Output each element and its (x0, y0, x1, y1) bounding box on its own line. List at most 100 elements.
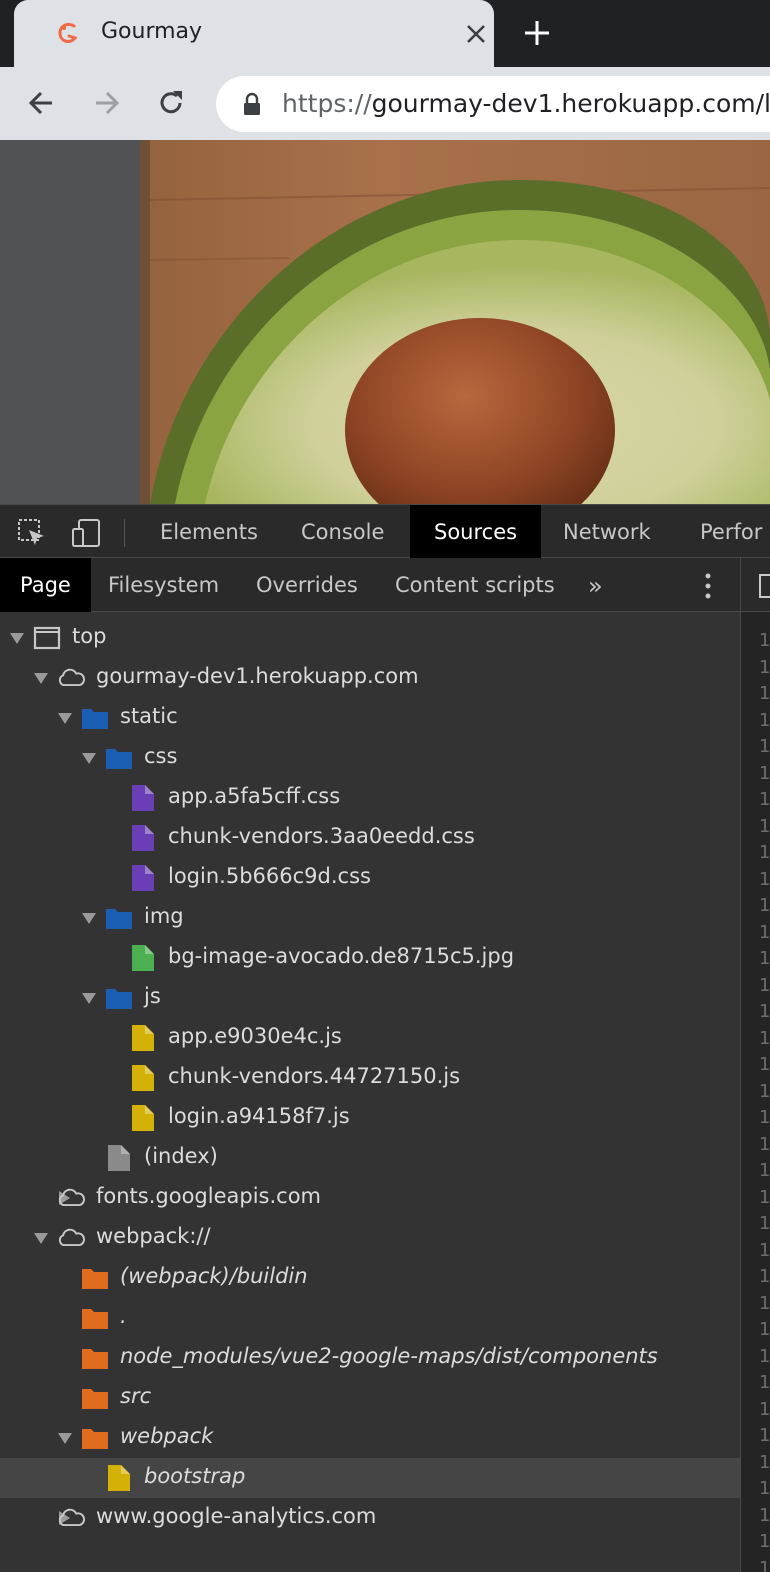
toggle-navigator-icon[interactable] (759, 574, 770, 598)
line-number: 1 (759, 1372, 770, 1393)
line-number: 1 (759, 1160, 770, 1181)
folder-icon (80, 704, 110, 732)
url-host: gourmay-dev1.herokuapp.com/lo (371, 89, 770, 118)
line-number: 1 (759, 842, 770, 863)
tree-item[interactable]: (index) (0, 1138, 740, 1178)
tab-network[interactable]: Network (563, 505, 651, 559)
line-number: 1 (759, 1239, 770, 1261)
line-number: 1 (759, 974, 770, 996)
browser-tab-strip: Gourmay (0, 0, 770, 67)
tree-item[interactable]: app.e9030e4c.js (0, 1018, 740, 1058)
tree-item-label: fonts.googleapis.com (96, 1184, 322, 1208)
file-icon (104, 1464, 134, 1492)
tree-item-label: webpack (120, 1424, 214, 1448)
tree-item[interactable]: static (0, 698, 740, 738)
tree-item[interactable]: www.google-analytics.com (0, 1498, 740, 1538)
devtools-tab-bar: Elements Console Sources Network Perfor (0, 504, 770, 559)
tree-item-label: login.5b666c9d.css (168, 864, 371, 888)
expanded-arrow-icon[interactable] (82, 913, 96, 924)
line-number: 1 (759, 1478, 770, 1499)
folder-icon (80, 1344, 110, 1372)
subtab-content-scripts[interactable]: Content scripts (395, 558, 555, 612)
device-toolbar-icon[interactable] (70, 517, 102, 549)
folder-icon (104, 904, 134, 932)
tree-item-label: img (144, 904, 184, 928)
line-number: 1 (759, 1133, 770, 1155)
tree-item-label: gourmay-dev1.herokuapp.com (96, 664, 419, 688)
cloud-icon (56, 1224, 86, 1252)
cloud-icon (56, 664, 86, 692)
tree-item-label: webpack:// (96, 1224, 211, 1248)
tab-elements[interactable]: Elements (160, 505, 258, 559)
tree-item[interactable]: gourmay-dev1.herokuapp.com (0, 658, 740, 698)
close-tab-icon[interactable] (464, 18, 488, 48)
file-icon (128, 824, 158, 852)
url-text: https://gourmay-dev1.herokuapp.com/lo (282, 89, 770, 118)
subtab-filesystem[interactable]: Filesystem (108, 558, 219, 612)
line-number: 1 (759, 1213, 770, 1234)
expanded-arrow-icon[interactable] (58, 1433, 72, 1444)
tree-item[interactable]: . (0, 1298, 740, 1338)
tree-item-label: top (72, 624, 107, 648)
expanded-arrow-icon[interactable] (34, 673, 48, 684)
tree-item[interactable]: img (0, 898, 740, 938)
tree-item[interactable]: css (0, 738, 740, 778)
expanded-arrow-icon[interactable] (34, 1233, 48, 1244)
tree-item[interactable]: webpack:// (0, 1218, 740, 1258)
tree-item[interactable]: chunk-vendors.3aa0eedd.css (0, 818, 740, 858)
browser-tab[interactable]: Gourmay (14, 0, 494, 67)
line-number: 1 (759, 656, 770, 678)
address-bar[interactable]: https://gourmay-dev1.herokuapp.com/lo (216, 76, 770, 132)
tree-item-label: bg-image-avocado.de8715c5.jpg (168, 944, 515, 968)
tab-performance[interactable]: Perfor (700, 505, 762, 559)
tree-item[interactable]: src (0, 1378, 740, 1418)
forward-arrow-icon[interactable] (90, 87, 122, 119)
line-number: 1 (759, 1345, 770, 1367)
tree-item-label: bootstrap (144, 1464, 246, 1488)
back-arrow-icon[interactable] (26, 87, 58, 119)
folder-icon (104, 984, 134, 1012)
tree-item[interactable]: (webpack)/buildin (0, 1258, 740, 1298)
reload-icon[interactable] (155, 87, 187, 119)
more-options-icon[interactable] (698, 570, 718, 602)
tree-item-label: app.e9030e4c.js (168, 1024, 342, 1048)
line-number: 1 (759, 1186, 770, 1208)
file-icon (128, 784, 158, 812)
expanded-arrow-icon[interactable] (58, 713, 72, 724)
line-number: 1 (759, 683, 770, 704)
line-number: 1 (759, 1080, 770, 1102)
tree-item[interactable]: chunk-vendors.44727150.js (0, 1058, 740, 1098)
tree-item[interactable]: top (0, 618, 740, 658)
tab-sources[interactable]: Sources (410, 505, 542, 559)
tree-item[interactable]: app.a5fa5cff.css (0, 778, 740, 818)
subtab-page[interactable]: Page (0, 558, 91, 612)
tree-item[interactable]: bg-image-avocado.de8715c5.jpg (0, 938, 740, 978)
editor-toolbar-edge (741, 558, 770, 612)
subtab-overrides[interactable]: Overrides (256, 558, 358, 612)
line-number: 1 (759, 948, 770, 969)
editor-pane-edge: 1111111111111111111111111111111111111 (740, 558, 770, 1572)
folder-icon (80, 1264, 110, 1292)
file-icon (128, 944, 158, 972)
inspect-element-icon[interactable] (16, 517, 48, 549)
tree-item[interactable]: bootstrap (0, 1458, 740, 1498)
line-number: 1 (759, 630, 770, 651)
tree-item[interactable]: node_modules/vue2-google-maps/dist/compo… (0, 1338, 740, 1378)
tree-item[interactable]: login.a94158f7.js (0, 1098, 740, 1138)
line-number: 1 (759, 1001, 770, 1022)
expanded-arrow-icon[interactable] (82, 993, 96, 1004)
expanded-arrow-icon[interactable] (10, 633, 24, 644)
url-scheme: https:// (282, 89, 372, 118)
new-tab-icon[interactable] (522, 18, 552, 48)
tab-console[interactable]: Console (301, 505, 384, 559)
browser-toolbar: https://gourmay-dev1.herokuapp.com/lo (0, 67, 770, 140)
more-tabs-chevron-icon[interactable]: » (588, 572, 612, 600)
line-number: 1 (759, 1292, 770, 1314)
tree-item[interactable]: webpack (0, 1418, 740, 1458)
tree-item[interactable]: js (0, 978, 740, 1018)
tree-item[interactable]: login.5b666c9d.css (0, 858, 740, 898)
expanded-arrow-icon[interactable] (82, 753, 96, 764)
tree-item[interactable]: fonts.googleapis.com (0, 1178, 740, 1218)
avocado-image (0, 140, 770, 504)
tree-item-label: js (144, 984, 161, 1008)
